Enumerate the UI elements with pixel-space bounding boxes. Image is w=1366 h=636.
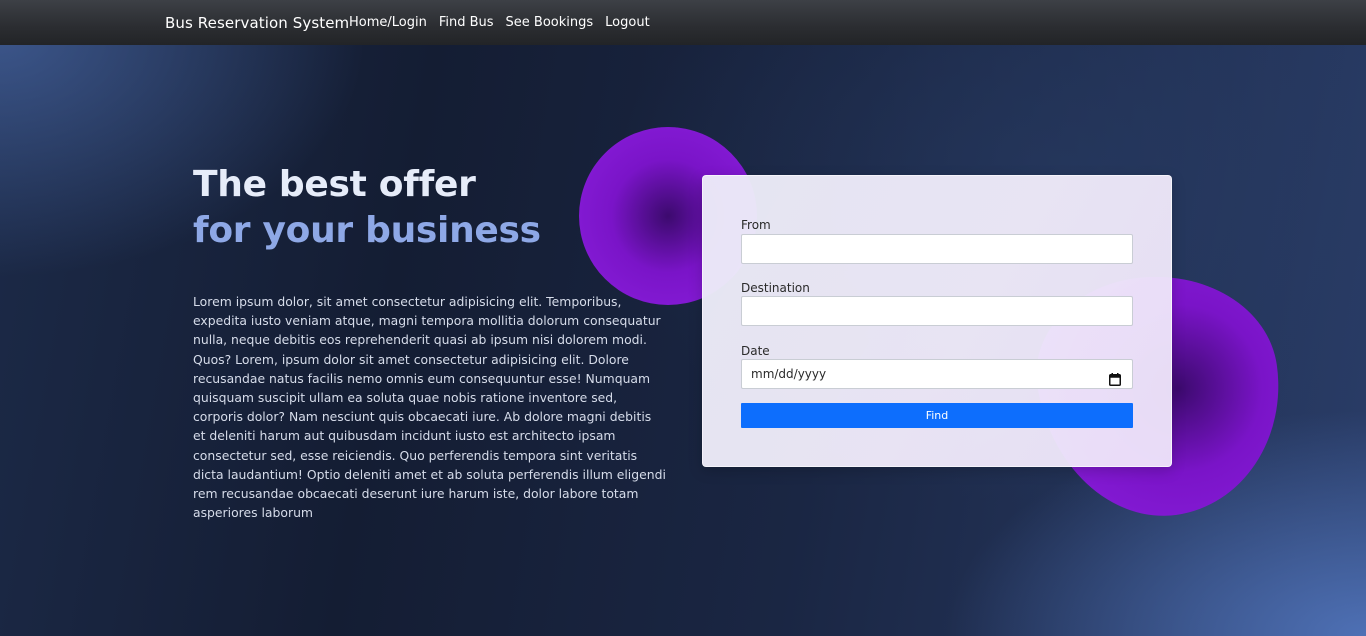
- nav-link-home-login[interactable]: Home/Login: [343, 14, 433, 32]
- nav-link-logout[interactable]: Logout: [599, 14, 656, 32]
- destination-input[interactable]: [741, 296, 1133, 326]
- nav-links: Home/Login Find Bus See Bookings Logout: [343, 14, 656, 32]
- hero-title-line2: for your business: [193, 210, 541, 251]
- from-input[interactable]: [741, 234, 1133, 264]
- find-button[interactable]: Find: [741, 403, 1133, 428]
- calendar-icon[interactable]: [1109, 368, 1121, 386]
- hero-title-line1: The best offer: [193, 164, 476, 205]
- hero-description: Lorem ipsum dolor, sit amet consectetur …: [193, 294, 666, 521]
- search-form-card: From Destination Date mm/dd/yyyy Find: [702, 175, 1172, 467]
- date-label: Date: [741, 344, 770, 358]
- hero-title: The best offer for your business: [193, 162, 541, 254]
- nav-link-find-bus[interactable]: Find Bus: [433, 14, 500, 32]
- from-label: From: [741, 218, 771, 232]
- brand-link[interactable]: Bus Reservation System: [165, 13, 349, 33]
- destination-label: Destination: [741, 281, 810, 295]
- navbar: Bus Reservation System Home/Login Find B…: [0, 0, 1366, 45]
- date-input[interactable]: mm/dd/yyyy: [741, 359, 1133, 389]
- nav-link-see-bookings[interactable]: See Bookings: [500, 14, 600, 32]
- date-placeholder: mm/dd/yyyy: [751, 367, 827, 381]
